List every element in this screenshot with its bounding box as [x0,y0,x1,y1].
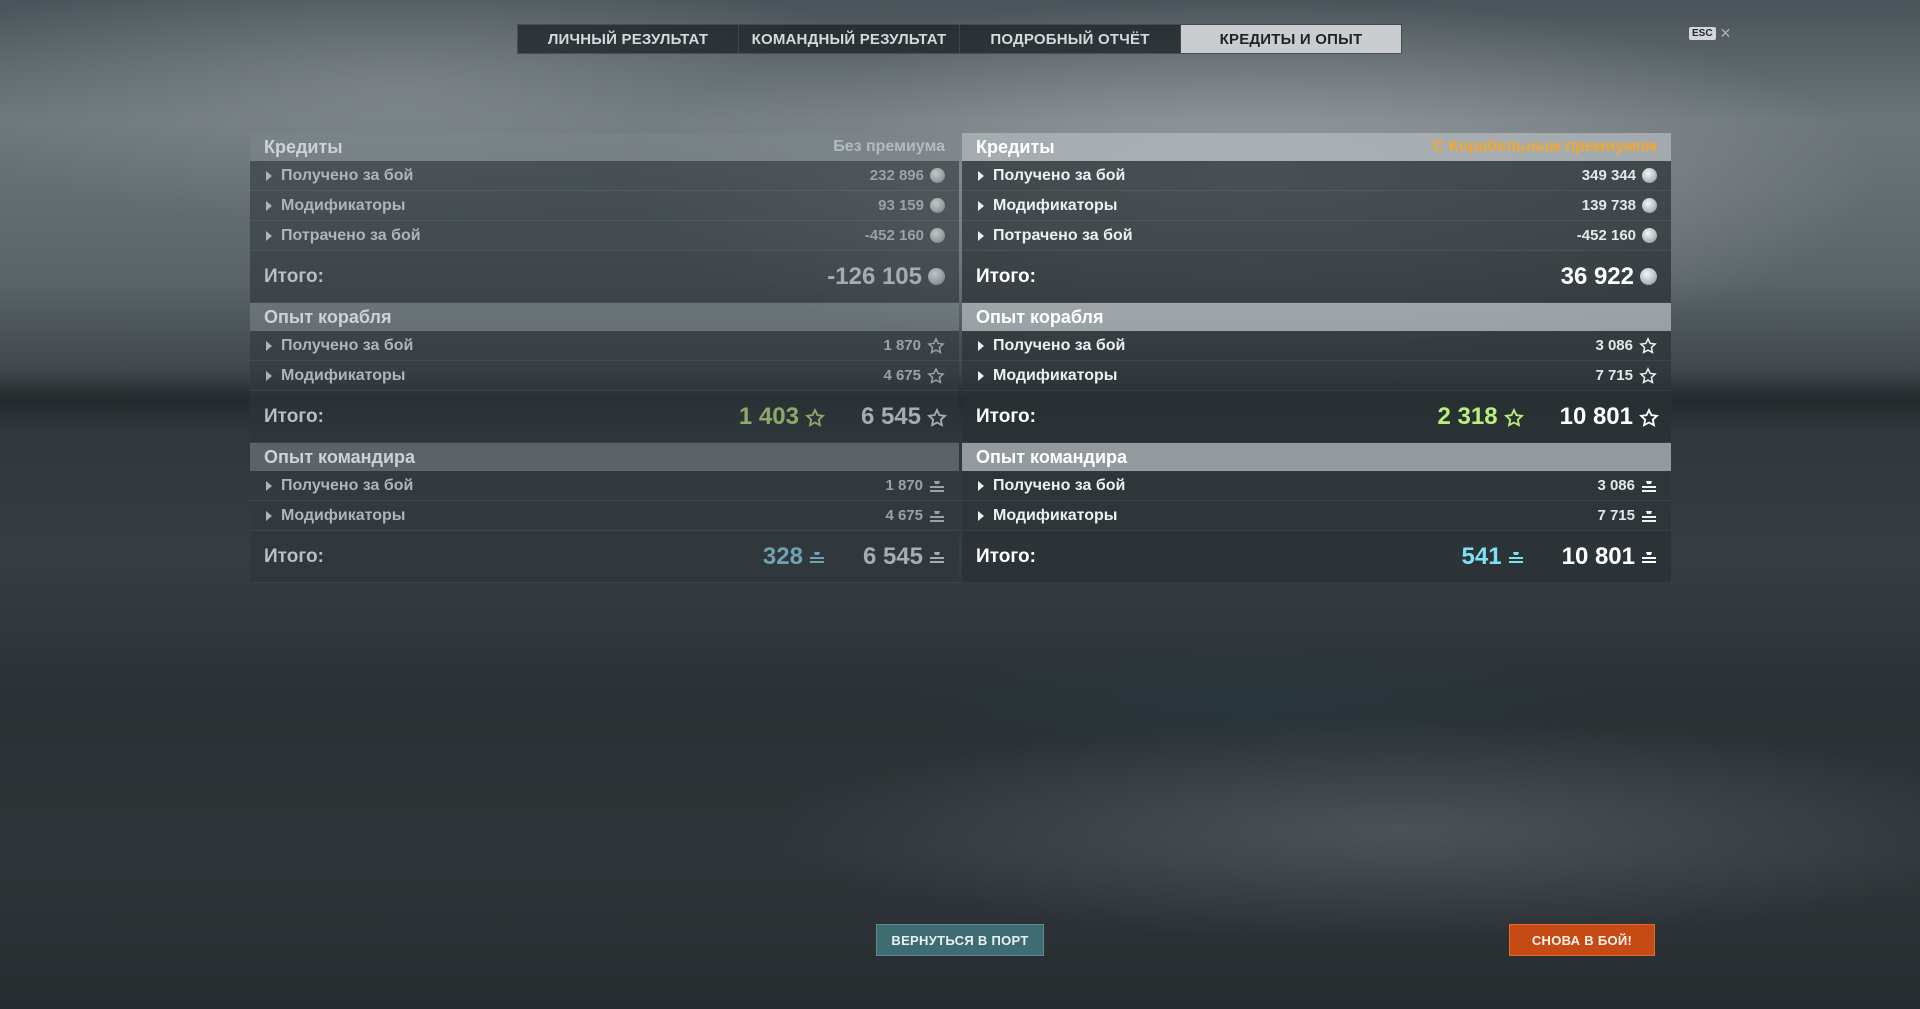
ship-xp-header: Опыт корабля [962,303,1671,331]
star-icon [804,407,825,427]
ship-xp-row-modifiers[interactable]: Модификаторы 4 675 [250,361,959,391]
ship-xp-row-earned[interactable]: Получено за бой 3 086 [962,331,1671,361]
ship-xp-header: Опыт корабля [250,303,959,331]
ship-xp-total-value: 10 801 [1560,403,1659,431]
panel-without-premium: Кредиты Без премиума Получено за бой 232… [250,133,959,583]
commander-xp-icon [929,508,945,524]
credits-total-value: 36 922 [1561,263,1657,291]
ship-xp-row-earned[interactable]: Получено за бой 1 870 [250,331,959,361]
triangle-right-icon [266,340,272,351]
tab-team-result[interactable]: КОМАНДНЫЙ РЕЗУЛЬТАТ [739,25,960,53]
triangle-right-icon [978,340,984,351]
commander-xp-header: Опыт командира [962,443,1671,471]
triangle-right-icon [978,200,984,211]
commander-xp-icon [1641,508,1657,524]
premium-status-label: С Корабельным премиумом [1432,138,1657,155]
credits-header: Кредиты С Корабельным премиумом [962,133,1671,161]
commander-xp-icon [1641,549,1657,565]
silver-coin-icon [930,168,945,183]
commander-xp-row-modifiers[interactable]: Модификаторы 7 715 [962,501,1671,531]
credits-row-modifiers[interactable]: Модификаторы 139 738 [962,191,1671,221]
ship-xp-total-value: 6 545 [861,403,947,431]
star-icon [1639,407,1659,427]
star-icon [1639,336,1657,355]
silver-coin-icon [928,268,945,285]
credits-row-earned[interactable]: Получено за бой 232 896 [250,161,959,191]
credits-title: Кредиты [264,136,343,157]
silver-coin-icon [1640,268,1657,285]
ship-xp-row-modifiers[interactable]: Модификаторы 7 715 [962,361,1671,391]
star-icon [927,336,945,355]
tab-detailed-report[interactable]: ПОДРОБНЫЙ ОТЧЁТ [960,25,1181,53]
battle-again-button[interactable]: СНОВА В БОЙ! [1509,924,1655,956]
credits-title: Кредиты [976,136,1055,157]
commander-xp-icon [929,478,945,494]
credits-total: Итого: -126 105 [250,251,959,303]
free-xp-value: 2 318 [1438,403,1524,431]
silver-coin-icon [1642,198,1657,213]
triangle-right-icon [978,170,984,181]
triangle-right-icon [978,370,984,381]
return-to-port-button[interactable]: ВЕРНУТЬСЯ В ПОРТ [876,924,1044,956]
star-icon [927,366,945,385]
triangle-right-icon [266,200,272,211]
esc-close-button[interactable]: ESC ✕ [1689,26,1731,40]
result-tabs: ЛИЧНЫЙ РЕЗУЛЬТАТ КОМАНДНЫЙ РЕЗУЛЬТАТ ПОД… [517,24,1402,54]
commander-xp-row-earned[interactable]: Получено за бой 3 086 [962,471,1671,501]
commander-xp-header: Опыт командира [250,443,959,471]
star-icon [1639,366,1657,385]
esc-key-label: ESC [1689,26,1716,40]
credits-row-spent[interactable]: Потрачено за бой -452 160 [962,221,1671,251]
commander-xp-row-modifiers[interactable]: Модификаторы 4 675 [250,501,959,531]
commander-xp-total-value: 10 801 [1562,543,1657,571]
tab-credits-and-xp[interactable]: КРЕДИТЫ И ОПЫТ [1181,25,1401,53]
credits-header: Кредиты Без премиума [250,133,959,161]
commander-xp-total-value: 6 545 [863,543,945,571]
commander-xp-total: Итого: 328 6 545 [250,531,959,583]
triangle-right-icon [266,170,272,181]
credits-row-spent[interactable]: Потрачено за бой -452 160 [250,221,959,251]
free-xp-value: 1 403 [739,403,825,431]
star-icon [1503,407,1524,427]
credits-row-modifiers[interactable]: Модификаторы 93 159 [250,191,959,221]
credits-total-value: -126 105 [827,263,945,291]
triangle-right-icon [978,480,984,491]
commander-xp-icon [1508,549,1524,565]
commander-xp-icon [929,549,945,565]
triangle-right-icon [266,230,272,241]
panel-with-ship-premium: Кредиты С Корабельным премиумом Получено… [962,133,1671,583]
elite-commander-xp-value: 328 [763,543,825,571]
elite-commander-xp-value: 541 [1462,543,1524,571]
silver-coin-icon [1642,168,1657,183]
triangle-right-icon [266,370,272,381]
commander-xp-total: Итого: 541 10 801 [962,531,1671,583]
tab-personal-result[interactable]: ЛИЧНЫЙ РЕЗУЛЬТАТ [518,25,739,53]
premium-status-label: Без премиума [833,138,945,155]
silver-coin-icon [930,228,945,243]
silver-coin-icon [930,198,945,213]
commander-xp-title: Опыт командира [264,446,416,467]
commander-xp-row-earned[interactable]: Получено за бой 1 870 [250,471,959,501]
triangle-right-icon [266,480,272,491]
triangle-right-icon [978,230,984,241]
commander-xp-icon [1641,478,1657,494]
ship-xp-total: Итого: 1 403 6 545 [250,391,959,443]
commander-xp-icon [809,549,825,565]
triangle-right-icon [266,510,272,521]
commander-xp-title: Опыт командира [976,446,1128,467]
star-icon [927,407,947,427]
silver-coin-icon [1642,228,1657,243]
triangle-right-icon [978,510,984,521]
close-icon[interactable]: ✕ [1720,26,1732,40]
ship-xp-title: Опыт корабля [976,306,1104,327]
ship-xp-total: Итого: 2 318 10 801 [962,391,1671,443]
credits-row-earned[interactable]: Получено за бой 349 344 [962,161,1671,191]
ship-xp-title: Опыт корабля [264,306,392,327]
credits-total: Итого: 36 922 [962,251,1671,303]
